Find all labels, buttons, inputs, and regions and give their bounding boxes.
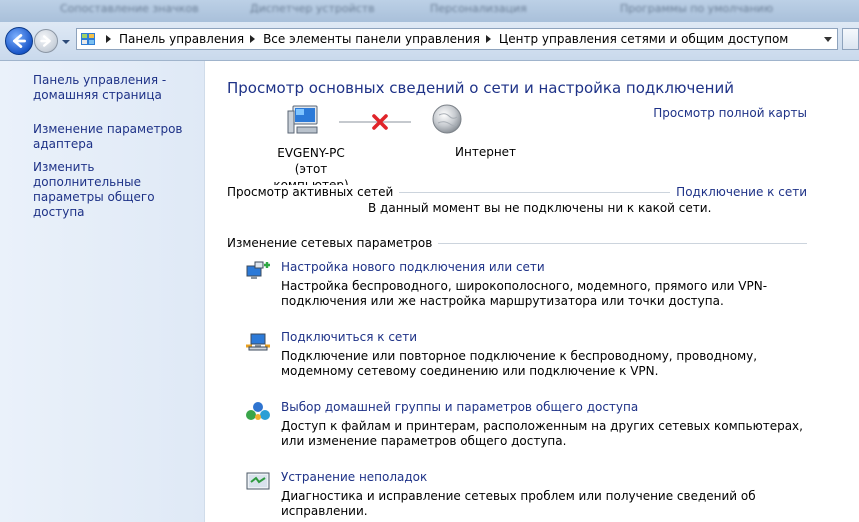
- sidebar-item-adapter-settings[interactable]: Изменение параметров адаптера: [33, 122, 198, 152]
- no-connection-x-icon[interactable]: [371, 113, 389, 131]
- sidebar: Панель управления - домашняя страница Из…: [0, 61, 205, 522]
- breadcrumb-all-items[interactable]: Все элементы панели управления: [263, 32, 480, 46]
- back-arrow-icon: [12, 34, 26, 48]
- task-description: Диагностика и исправление сетевых пробле…: [281, 489, 756, 518]
- network-map: EVGENY-PC (этот компьютер) Интернет: [245, 101, 516, 192]
- window-tab-strip: Сопоставление значков Диспетчер устройст…: [0, 0, 859, 22]
- active-networks-label: Просмотр активных сетей: [227, 185, 400, 199]
- task-homegroup: Выбор домашней группы и параметров общег…: [245, 400, 805, 452]
- sidebar-item-control-panel-home[interactable]: Панель управления - домашняя страница: [33, 73, 198, 103]
- breadcrumb-control-panel[interactable]: Панель управления: [119, 32, 244, 46]
- page-title: Просмотр основных сведений о сети и наст…: [227, 79, 734, 97]
- history-dropdown-icon[interactable]: [61, 37, 71, 47]
- breadcrumb-separator-icon[interactable]: [485, 35, 491, 43]
- chevron-down-icon: [824, 36, 832, 42]
- address-dropdown-button[interactable]: [819, 29, 837, 49]
- refresh-button[interactable]: [842, 28, 859, 50]
- computer-icon[interactable]: [287, 103, 321, 137]
- back-button[interactable]: [5, 27, 33, 55]
- tab-ghost[interactable]: Сопоставление значков: [60, 2, 199, 18]
- breadcrumb-network-center[interactable]: Центр управления сетями и общим доступом: [499, 32, 788, 46]
- sidebar-item-advanced-sharing[interactable]: Изменить дополнительные параметры общего…: [33, 160, 198, 220]
- new-connection-icon: [246, 261, 270, 279]
- task-description: Настройка беспроводного, широкополосного…: [281, 279, 768, 308]
- breadcrumb-separator-icon[interactable]: [250, 35, 256, 43]
- task-link[interactable]: Подключиться к сети: [281, 330, 417, 344]
- computer-name: EVGENY-PC: [277, 146, 345, 160]
- full-map-link[interactable]: Просмотр полной карты: [653, 106, 807, 120]
- task-troubleshoot: Устранение неполадок Диагностика и испра…: [245, 470, 805, 518]
- tab-ghost[interactable]: Программы по умолчанию: [620, 2, 773, 18]
- forward-button[interactable]: [34, 29, 58, 53]
- tab-ghost[interactable]: Диспетчер устройств: [250, 2, 375, 18]
- connect-to-network-link[interactable]: Подключение к сети: [670, 185, 807, 199]
- task-link[interactable]: Выбор домашней группы и параметров общег…: [281, 400, 638, 414]
- task-description: Доступ к файлам и принтерам, расположенн…: [281, 419, 803, 448]
- control-panel-icon: [81, 33, 95, 45]
- task-new-connection: Настройка нового подключения или сети На…: [245, 260, 805, 312]
- no-network-status: В данный момент вы не подключены ни к ка…: [368, 201, 712, 215]
- breadcrumb: Панель управления Все элементы панели уп…: [100, 32, 788, 46]
- task-link[interactable]: Устранение неполадок: [281, 470, 427, 484]
- navigation-bar: Панель управления Все элементы панели уп…: [0, 22, 859, 61]
- task-link[interactable]: Настройка нового подключения или сети: [281, 260, 545, 274]
- troubleshoot-icon: [246, 472, 270, 490]
- forward-arrow-icon: [40, 35, 51, 47]
- internet-label: Интернет: [455, 145, 517, 159]
- change-settings-label: Изменение сетевых параметров: [227, 236, 439, 250]
- task-description: Подключение или повторное подключение к …: [281, 349, 758, 378]
- connect-network-icon: [246, 333, 270, 351]
- breadcrumb-separator-icon[interactable]: [106, 35, 111, 43]
- task-connect-network: Подключиться к сети Подключение или повт…: [245, 330, 805, 382]
- homegroup-icon: [246, 402, 270, 420]
- globe-icon[interactable]: [431, 103, 463, 135]
- address-bar[interactable]: Панель управления Все элементы панели уп…: [76, 28, 838, 50]
- main-content: Просмотр основных сведений о сети и наст…: [205, 61, 859, 522]
- tab-ghost[interactable]: Персонализация: [430, 2, 527, 18]
